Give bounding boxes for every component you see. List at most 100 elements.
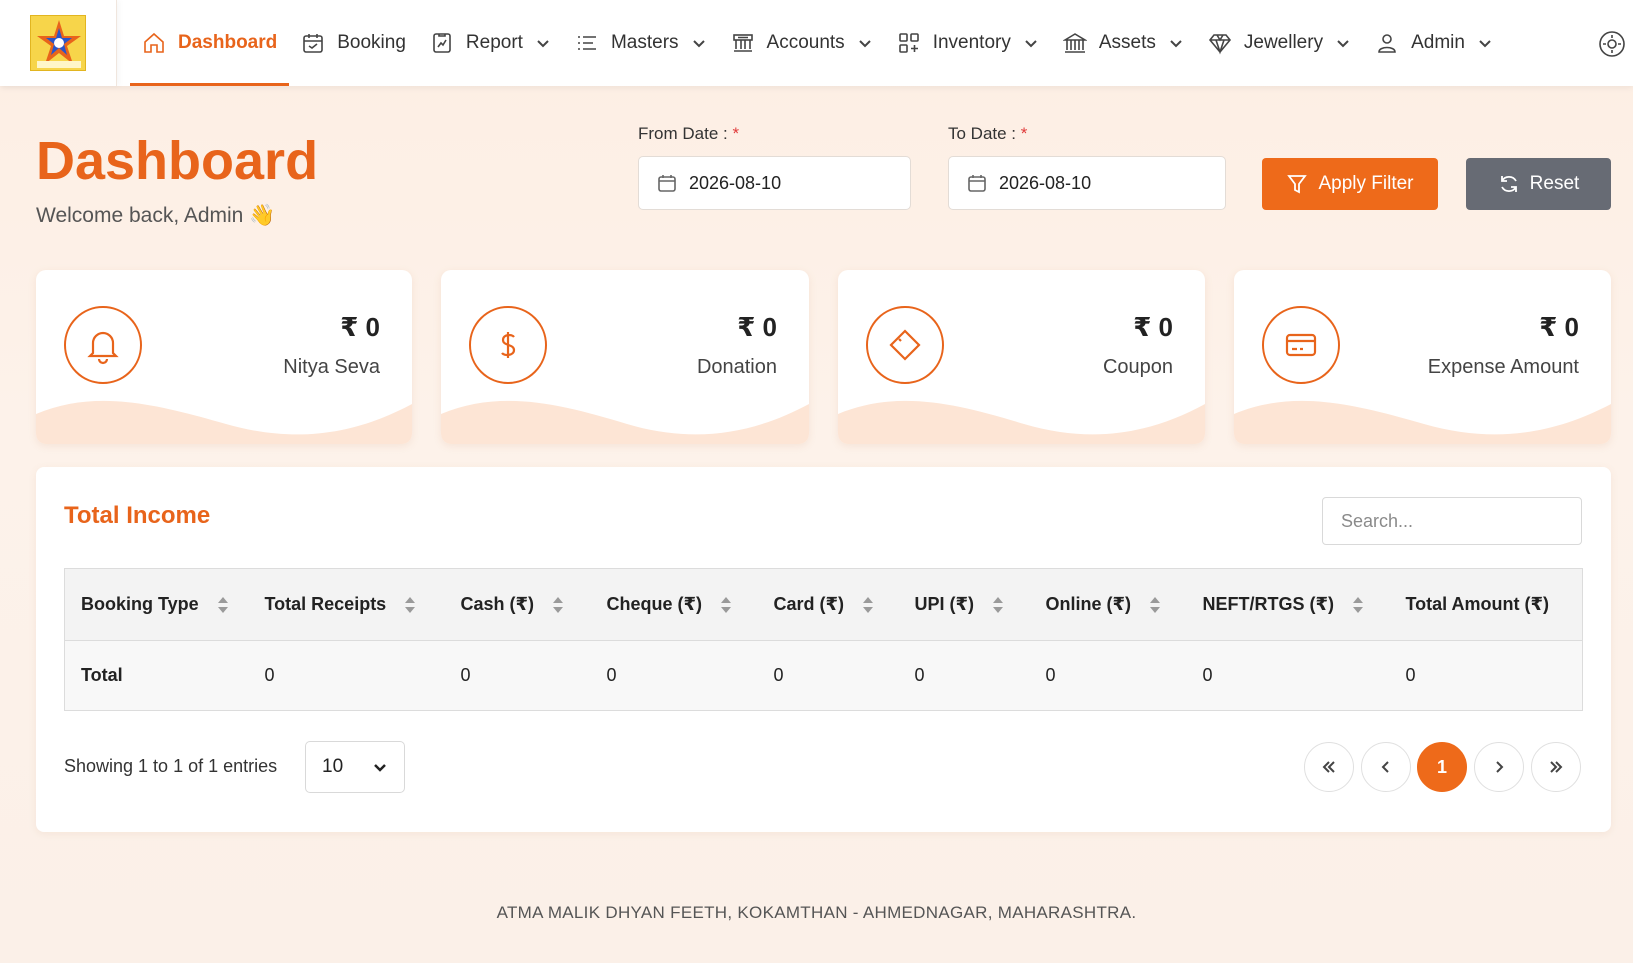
sort-icon[interactable] xyxy=(552,595,564,615)
nav-admin-label: Admin xyxy=(1411,32,1465,53)
chevron-left-icon xyxy=(1381,761,1389,773)
card-label: Nitya Seva xyxy=(283,356,380,378)
first-page-button[interactable] xyxy=(1304,742,1354,792)
table-cell: Total xyxy=(64,640,249,711)
reset-button[interactable]: Reset xyxy=(1466,158,1611,210)
column-header[interactable]: UPI (₹) xyxy=(898,568,1030,641)
column-header[interactable]: Cheque (₹) xyxy=(590,568,758,641)
page-title: Dashboard xyxy=(36,131,319,191)
column-label: Booking Type xyxy=(81,593,199,614)
chevron-down-icon xyxy=(1479,40,1491,48)
sort-icon[interactable] xyxy=(1352,595,1364,615)
chevron-down-icon xyxy=(1170,40,1182,48)
report-icon xyxy=(433,33,451,53)
column-label: UPI (₹) xyxy=(914,593,975,614)
from-date-input[interactable]: 2026-08-10 xyxy=(638,156,911,210)
sort-icon[interactable] xyxy=(862,595,874,615)
card-amount: ₹ 0 xyxy=(1539,312,1579,342)
table-cell: 0 xyxy=(1389,640,1583,711)
column-label: Card (₹) xyxy=(773,593,845,614)
temple-logo xyxy=(30,15,86,71)
chevron-down-icon xyxy=(1025,40,1037,48)
nav-accounts[interactable]: Accounts xyxy=(719,0,885,86)
nav-assets[interactable]: Assets xyxy=(1051,0,1196,86)
card-amount: ₹ 0 xyxy=(340,312,380,342)
page-size-select[interactable]: 10 xyxy=(305,741,405,793)
page-button-current[interactable]: 1 xyxy=(1417,742,1467,792)
calendar-icon xyxy=(303,34,324,53)
user-icon xyxy=(1378,34,1396,53)
reset-label: Reset xyxy=(1529,173,1580,194)
nav-dashboard-label: Dashboard xyxy=(178,32,278,53)
required-mark: * xyxy=(732,124,740,143)
card-wave-decoration xyxy=(36,400,412,444)
card-label: Coupon xyxy=(1102,356,1173,378)
sort-icon[interactable] xyxy=(1149,595,1161,615)
footer-address: ATMA MALIK DHYAN FEETH, KOKAMTHAN - AHME… xyxy=(496,903,1137,922)
calendar-icon xyxy=(658,175,676,192)
nav-masters[interactable]: Masters xyxy=(563,0,719,86)
column-header[interactable]: NEFT/RTGS (₹) xyxy=(1186,568,1390,641)
prev-page-button[interactable] xyxy=(1361,742,1411,792)
card-amount: ₹ 0 xyxy=(737,312,777,342)
column-label: Online (₹) xyxy=(1045,593,1132,614)
column-label: NEFT/RTGS (₹) xyxy=(1202,593,1335,614)
column-header[interactable]: Total Receipts xyxy=(248,568,445,641)
card-wave-decoration xyxy=(1234,400,1611,444)
double-chevron-right-icon xyxy=(1550,761,1563,773)
chevron-down-icon xyxy=(692,40,705,48)
sort-icon[interactable] xyxy=(992,595,1004,615)
apply-filter-button[interactable]: Apply Filter xyxy=(1262,158,1438,210)
income-table: Booking Type Total Receipts Cash (₹) Che… xyxy=(64,568,1583,711)
settings-icon[interactable] xyxy=(1598,30,1626,58)
column-header[interactable]: Total Amount (₹) xyxy=(1389,568,1583,641)
to-date-input[interactable]: 2026-08-10 xyxy=(948,156,1226,210)
stat-card-coupon: ₹ 0 Coupon xyxy=(838,270,1205,444)
double-chevron-left-icon xyxy=(1322,761,1335,773)
building-icon xyxy=(1062,33,1087,53)
bell-icon xyxy=(64,306,142,384)
table-cell: 0 xyxy=(898,640,1030,711)
sort-icon[interactable] xyxy=(720,595,732,615)
column-label: Cash (₹) xyxy=(460,593,535,614)
nav-inventory[interactable]: Inventory xyxy=(885,0,1051,86)
table-cell: 0 xyxy=(590,640,758,711)
nav-jewellery[interactable]: Jewellery xyxy=(1196,0,1363,86)
column-header[interactable]: Card (₹) xyxy=(757,568,899,641)
search-field[interactable] xyxy=(1322,497,1582,545)
to-date-label: To Date : * xyxy=(948,124,1027,144)
card-wave-decoration xyxy=(838,400,1205,444)
logo-container[interactable] xyxy=(0,0,117,86)
search-input[interactable] xyxy=(1341,510,1573,532)
entries-info: Showing 1 to 1 of 1 entries xyxy=(64,756,278,776)
nav-jewellery-label: Jewellery xyxy=(1243,32,1324,53)
required-mark: * xyxy=(1020,124,1028,143)
table-row: Total 0 0 0 0 0 0 0 0 xyxy=(64,640,1583,711)
from-date-label: From Date : * xyxy=(638,124,739,144)
refresh-icon xyxy=(1500,175,1517,193)
column-header[interactable]: Booking Type xyxy=(64,568,249,641)
page-size-value: 10 xyxy=(322,756,344,777)
nav-admin[interactable]: Admin xyxy=(1363,0,1505,86)
last-page-button[interactable] xyxy=(1531,742,1581,792)
chevron-down-icon xyxy=(1337,40,1349,48)
column-label: Total Amount (₹) xyxy=(1405,594,1550,614)
nav-booking[interactable]: Booking xyxy=(289,0,418,86)
column-label: Cheque (₹) xyxy=(606,593,703,614)
chevron-right-icon xyxy=(1496,761,1504,773)
apply-filter-label: Apply Filter xyxy=(1318,173,1414,194)
next-page-button[interactable] xyxy=(1474,742,1524,792)
column-header[interactable]: Online (₹) xyxy=(1029,568,1187,641)
table-cell: 0 xyxy=(1029,640,1187,711)
card-label: Donation xyxy=(696,356,777,378)
main-nav: Dashboard Booking Report Masters Account… xyxy=(130,0,1505,86)
welcome-message: Welcome back, Admin 👋 xyxy=(36,204,276,227)
nav-report[interactable]: Report xyxy=(418,0,563,86)
card-icon xyxy=(1262,306,1340,384)
column-header[interactable]: Cash (₹) xyxy=(444,568,591,641)
nav-dashboard[interactable]: Dashboard xyxy=(130,0,290,86)
sort-icon[interactable] xyxy=(404,595,416,615)
dollar-icon xyxy=(469,306,547,384)
sort-icon[interactable] xyxy=(217,595,229,615)
column-label: Total Receipts xyxy=(264,593,387,614)
